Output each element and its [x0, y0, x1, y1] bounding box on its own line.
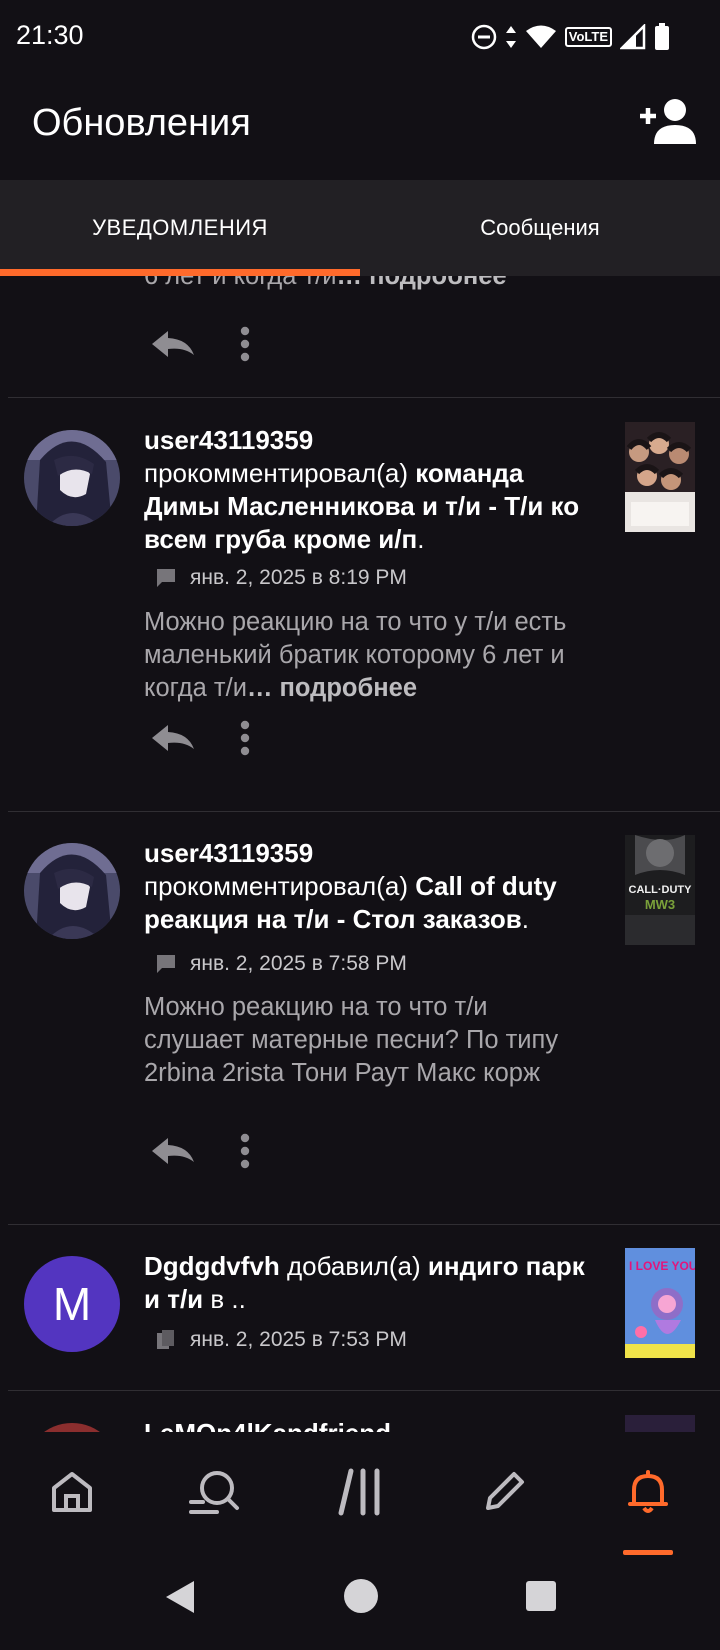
status-icons: VoLTE	[471, 22, 670, 52]
divider	[8, 811, 720, 812]
reply-icon[interactable]	[150, 1136, 196, 1166]
notification-excerpt[interactable]: Можно реакцию на то что у т/и есть мален…	[144, 606, 589, 705]
action-text: прокомментировал(а)	[144, 458, 408, 488]
nav-home[interactable]	[42, 1462, 102, 1522]
svg-text:MW3: MW3	[645, 897, 675, 912]
nav-notifications[interactable]	[618, 1462, 678, 1522]
back-icon[interactable]	[164, 1579, 196, 1615]
notification-excerpt[interactable]: Можно реакцию на то что т/и слушает мате…	[144, 991, 589, 1090]
library-icon	[157, 1330, 174, 1349]
notification-meta: янв. 2, 2025 в 7:53 PM	[156, 1328, 407, 1352]
thumb-title: CALL·DUTY	[629, 884, 693, 896]
username[interactable]: user43119359	[144, 837, 589, 870]
nav-library[interactable]	[330, 1462, 390, 1522]
notifications-icon	[628, 1470, 668, 1513]
more-options-icon[interactable]	[240, 1133, 250, 1169]
story-cover-thumbnail[interactable]: CALL·DUTY MW3	[625, 835, 695, 945]
notifications-feed[interactable]: 6 лет и когда т/и… подробнее user4311935…	[0, 276, 720, 1432]
notification-text[interactable]: Dgdgdvfvh добавил(а) индиго парк и т/и в…	[144, 1250, 589, 1316]
library-icon	[338, 1468, 380, 1516]
system-navigation	[0, 1555, 720, 1650]
avatar[interactable]	[24, 1423, 120, 1432]
tab-active-indicator	[0, 269, 360, 276]
comment-icon	[157, 955, 175, 973]
action-text: добавил(а)	[287, 1251, 421, 1281]
notification-meta: янв. 2, 2025 в 7:58 PM	[156, 952, 407, 976]
more-options-icon[interactable]	[240, 326, 250, 362]
more-options-icon[interactable]	[240, 720, 250, 756]
notification-actions	[150, 324, 250, 364]
username[interactable]: user43119359	[144, 424, 589, 457]
reply-icon[interactable]	[150, 723, 196, 753]
notification-actions	[150, 1131, 250, 1171]
notification-excerpt: 6 лет и когда т/и… подробнее	[144, 276, 589, 293]
app-header: Обновления	[0, 72, 720, 180]
notification-text[interactable]: user43119359 прокомментировал(а) Call of…	[144, 837, 589, 936]
recents-icon[interactable]	[525, 1580, 557, 1612]
thumb-title: I LOVE YOU	[629, 1259, 695, 1273]
story-cover-thumbnail[interactable]	[625, 422, 695, 532]
story-cover-thumbnail[interactable]	[625, 1415, 695, 1432]
notification-actions	[150, 718, 250, 758]
page-title: Обновления	[32, 102, 251, 144]
read-more-link[interactable]: … подробнее	[337, 276, 507, 290]
battery-icon	[655, 23, 669, 50]
home-icon	[52, 1472, 92, 1512]
comment-icon	[157, 569, 175, 587]
avatar[interactable]: M	[24, 1256, 120, 1352]
notification-date: янв. 2, 2025 в 7:53 PM	[190, 1328, 407, 1351]
avatar[interactable]	[24, 430, 120, 526]
read-more-link[interactable]: … подробнее	[247, 674, 417, 702]
search-icon	[189, 1471, 239, 1514]
home-button-icon[interactable]	[343, 1578, 379, 1614]
data-arrows-icon	[505, 26, 516, 48]
dnd-icon	[471, 24, 496, 50]
tab-messages[interactable]: Сообщения	[360, 180, 720, 276]
bottom-navigation	[0, 1442, 720, 1542]
notification-date: янв. 2, 2025 в 7:58 PM	[190, 952, 407, 975]
divider	[8, 1224, 720, 1225]
signal-icon	[620, 24, 646, 50]
notification-text[interactable]: LeMOn4lKandfriend	[144, 1417, 589, 1432]
story-cover-thumbnail[interactable]: I LOVE YOU	[625, 1248, 695, 1358]
write-icon	[486, 1472, 524, 1510]
notification-meta: янв. 2, 2025 в 8:19 PM	[156, 566, 407, 590]
volte-badge: VoLTE	[564, 27, 612, 47]
wifi-icon	[525, 25, 556, 48]
nav-write[interactable]	[474, 1462, 534, 1522]
avatar[interactable]	[24, 843, 120, 939]
reply-icon[interactable]	[150, 329, 196, 359]
username[interactable]: Dgdgdvfvh	[144, 1251, 280, 1281]
notification-text[interactable]: user43119359 прокомментировал(а) команда…	[144, 424, 589, 556]
divider	[8, 1390, 720, 1391]
tab-bar: УВЕДОМЛЕНИЯ Сообщения	[0, 180, 720, 276]
notification-date: янв. 2, 2025 в 8:19 PM	[190, 566, 407, 589]
divider	[8, 397, 720, 398]
add-user-icon[interactable]	[640, 98, 696, 144]
status-time: 21:30	[16, 20, 84, 50]
status-bar: 21:30 VoLTE	[0, 0, 720, 72]
action-text: прокомментировал(а)	[144, 871, 408, 901]
nav-search[interactable]	[184, 1462, 244, 1522]
tab-notifications[interactable]: УВЕДОМЛЕНИЯ	[0, 180, 360, 276]
username[interactable]: LeMOn4lKandfriend	[144, 1418, 391, 1432]
